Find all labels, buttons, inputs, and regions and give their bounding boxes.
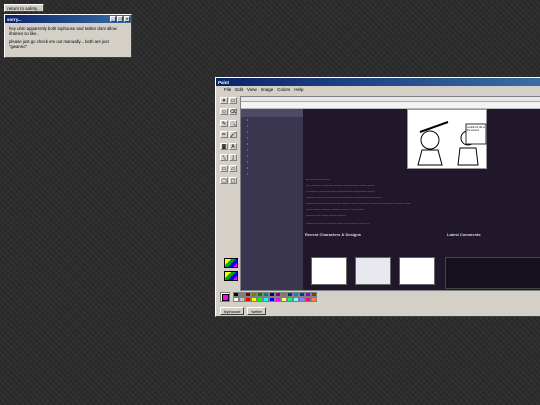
menu-image[interactable]: Image: [261, 87, 274, 92]
character-card[interactable]: [355, 257, 391, 285]
current-colors[interactable]: [220, 292, 230, 302]
eraser-icon[interactable]: ◇: [220, 108, 228, 116]
menu-edit[interactable]: Edit: [235, 87, 243, 92]
menu-view[interactable]: View: [247, 87, 257, 92]
browser-url-bar[interactable]: [241, 102, 540, 109]
toolbox: ✦ ▭ ◇ ⌫ ✎ 🔍 ✏ 🖌 ▓ A ╲ ∫ ▭ ▱ ◯ ▢: [219, 96, 238, 188]
fill-icon[interactable]: ⌫: [229, 108, 237, 116]
profile-artwork: i couldnt fit life in this screen!: [407, 109, 487, 169]
color-swatch[interactable]: [311, 297, 317, 302]
tab-tophouse[interactable]: tophouse: [220, 307, 245, 315]
paint-titlebar[interactable]: Paint: [216, 78, 540, 86]
maximize-button[interactable]: □: [117, 16, 123, 22]
tab-twitter[interactable]: twitter: [247, 307, 267, 315]
site-main: i couldnt fit life in this screen! — ───…: [303, 109, 540, 290]
ellipse-icon[interactable]: ◯: [220, 176, 228, 184]
sorry-window-title: sorry...: [7, 16, 22, 22]
art-speech-bubble: i couldnt fit life in this screen!: [466, 126, 486, 132]
comment-box[interactable]: [445, 257, 540, 289]
sidebar-item[interactable]: •: [241, 171, 303, 177]
sorry-window: sorry... _ □ × hey uhm apparently both t…: [4, 14, 132, 58]
rect-select-icon[interactable]: ▭: [229, 97, 237, 104]
sticker-thumbnail-1[interactable]: [224, 258, 238, 268]
site-sidebar: • • • • • • • • • •: [241, 109, 303, 290]
recent-characters-heading: Recent Characters & Designs: [305, 232, 362, 237]
magnifier-icon[interactable]: 🔍: [229, 119, 237, 127]
character-card[interactable]: [399, 257, 435, 285]
color-palette: [220, 292, 317, 304]
line-icon[interactable]: ╲: [220, 153, 228, 161]
sorry-message-line2: please just go check em out manually... …: [9, 38, 109, 50]
character-card[interactable]: [311, 257, 347, 285]
brush-icon[interactable]: 🖌: [229, 131, 237, 139]
paint-window: Paint File Edit View Image Colors Help ✦…: [215, 77, 540, 317]
curve-icon[interactable]: ∫: [229, 153, 237, 161]
text-icon[interactable]: A: [229, 142, 237, 150]
minimize-button[interactable]: _: [110, 16, 116, 22]
free-select-icon[interactable]: ✦: [220, 97, 228, 104]
menu-file[interactable]: File: [224, 87, 231, 92]
close-button[interactable]: ×: [124, 16, 130, 22]
rectangle-icon[interactable]: ▭: [220, 165, 228, 173]
menu-help[interactable]: Help: [294, 87, 303, 92]
return-to-safety-button[interactable]: return to safety...: [4, 4, 44, 12]
paint-canvas[interactable]: • • • • • • • • • • i couldnt fit life i…: [240, 96, 540, 291]
sorry-message-line1: hey uhm apparently both tophouse and twi…: [9, 26, 117, 37]
airbrush-icon[interactable]: ▓: [220, 142, 228, 150]
rounded-rect-icon[interactable]: ▢: [229, 176, 237, 184]
menu-colors[interactable]: Colors: [277, 87, 290, 92]
pencil-icon[interactable]: ✏: [220, 131, 228, 139]
sticker-thumbnail-2[interactable]: [224, 271, 238, 281]
sorry-window-titlebar[interactable]: sorry... _ □ ×: [5, 15, 131, 23]
pick-color-icon[interactable]: ✎: [220, 119, 228, 127]
paint-title: Paint: [218, 79, 230, 85]
paint-menubar: File Edit View Image Colors Help: [216, 86, 540, 93]
polygon-icon[interactable]: ▱: [229, 165, 237, 173]
latest-comments-heading: Latest Comments: [447, 232, 481, 237]
embedded-website: • • • • • • • • • • i couldnt fit life i…: [241, 109, 540, 290]
